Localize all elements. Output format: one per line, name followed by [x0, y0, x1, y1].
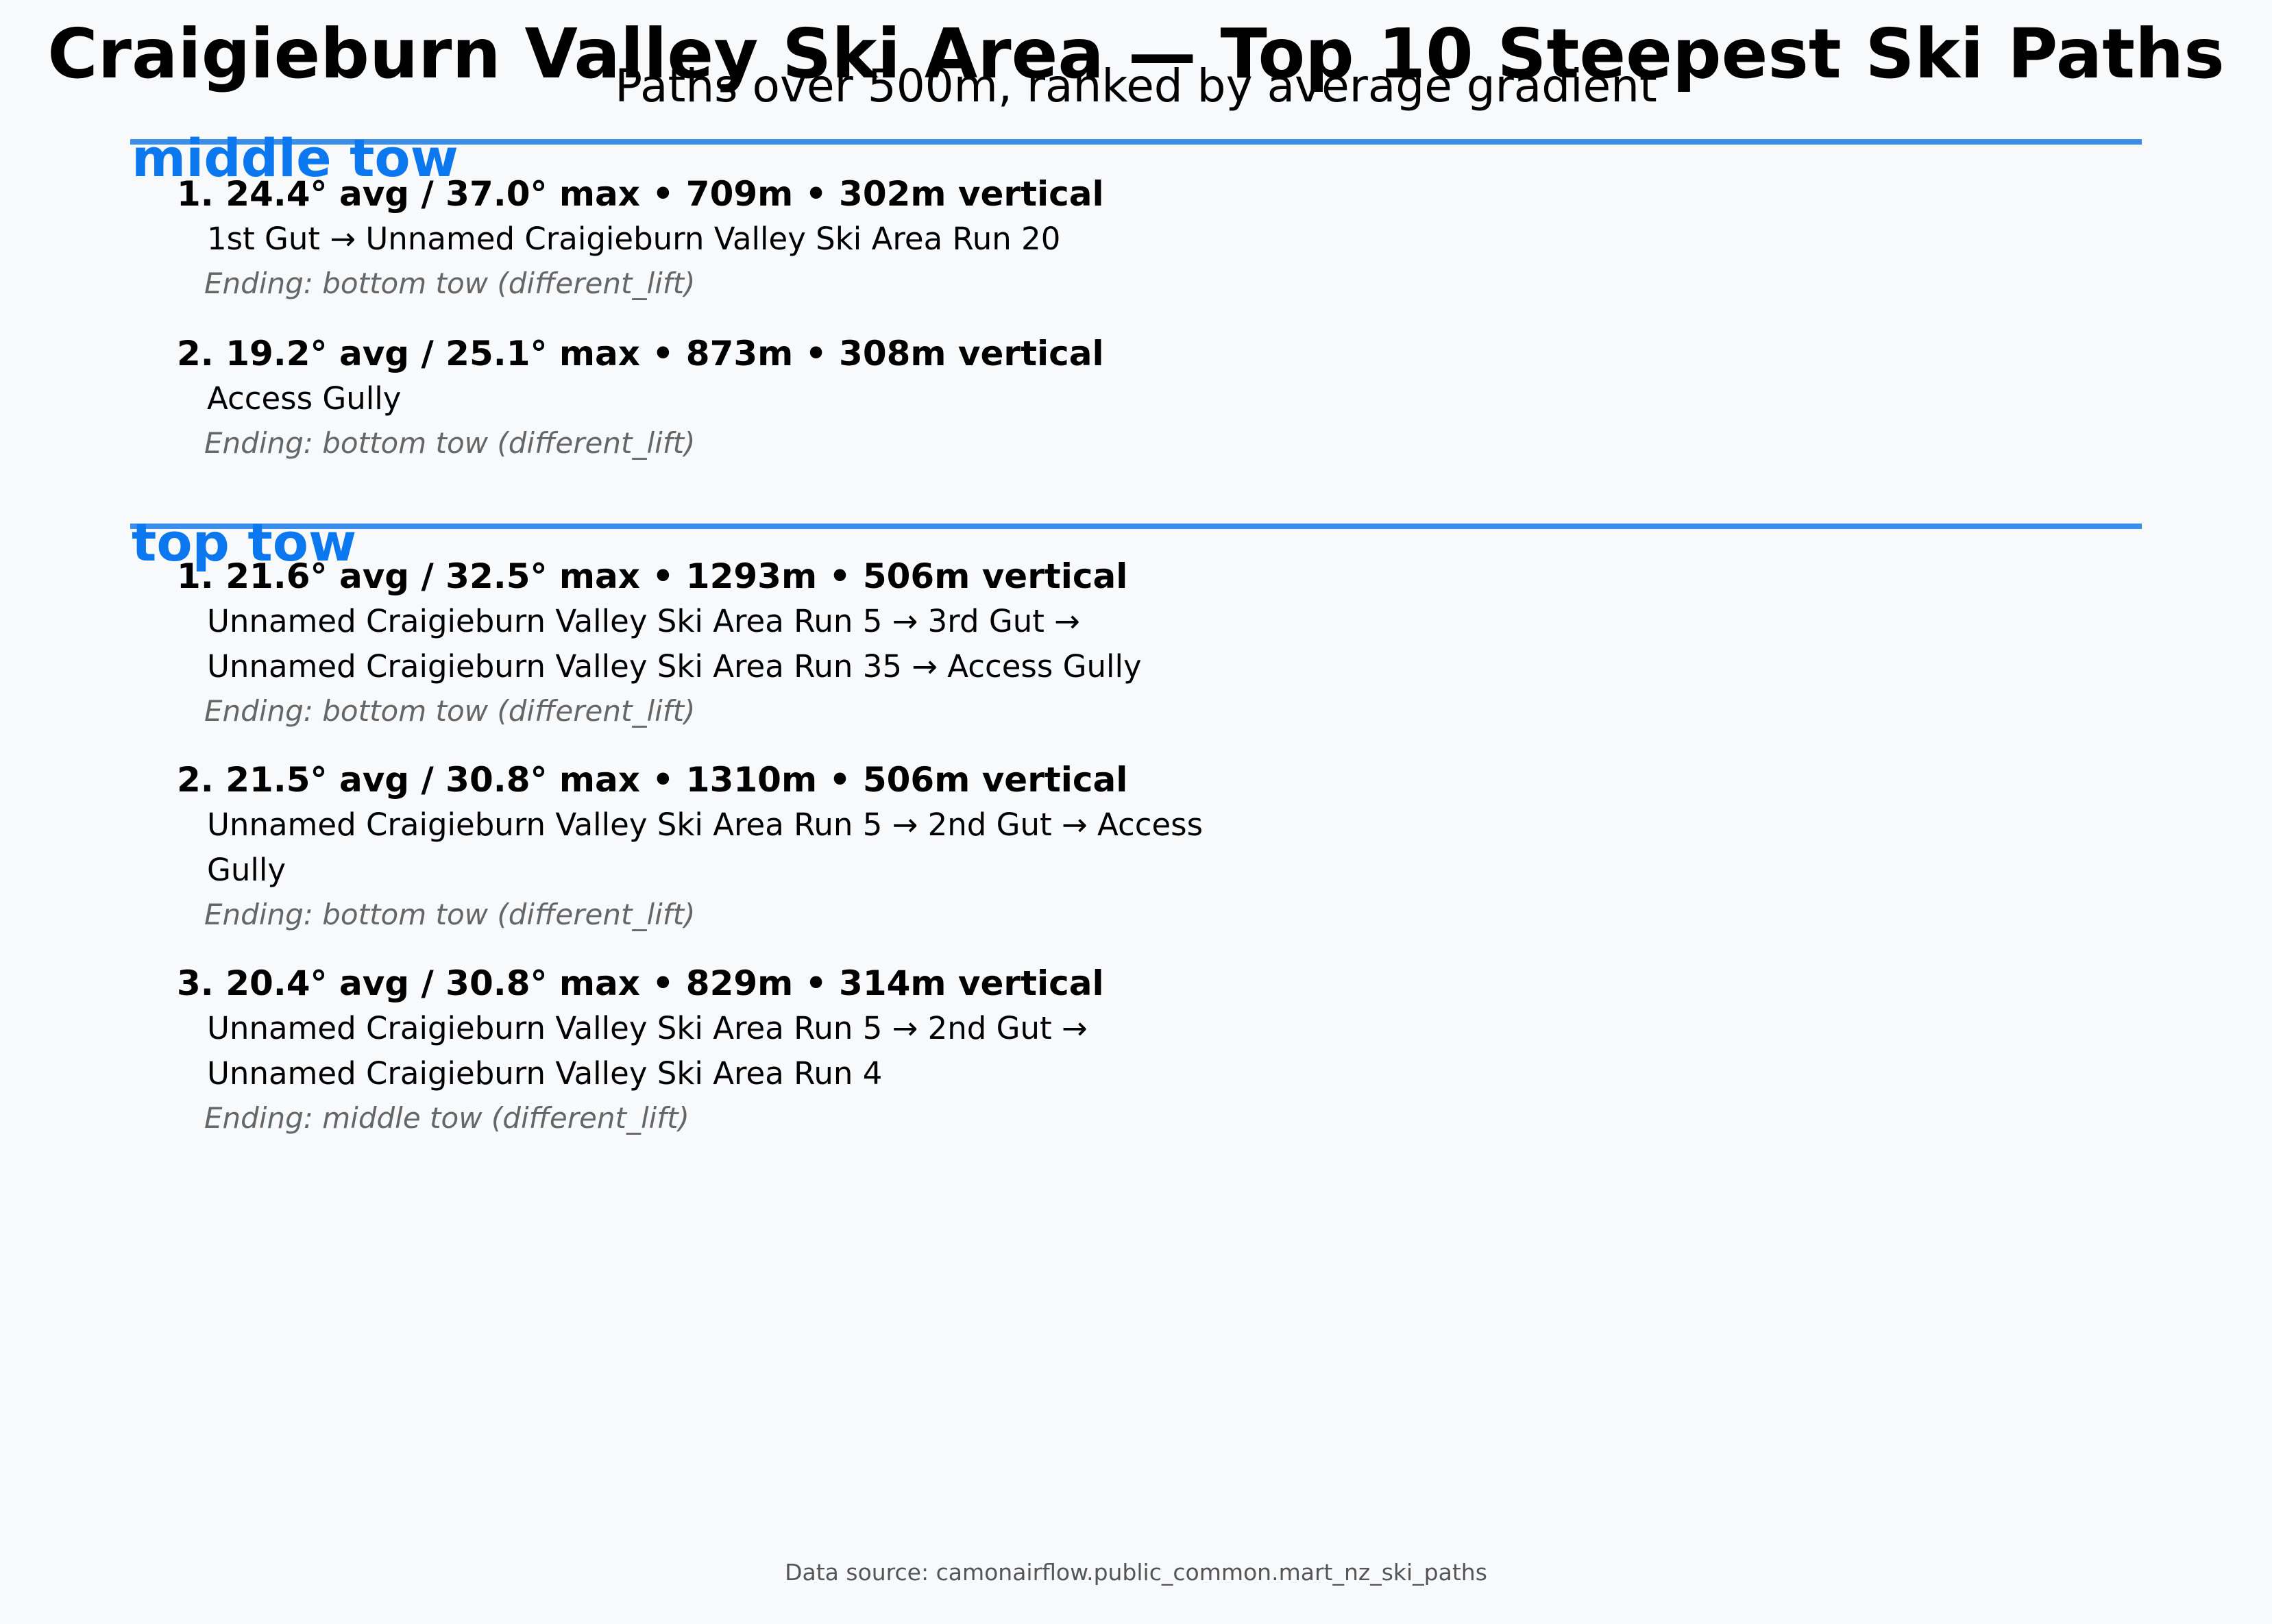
path-route: Unnamed Craigieburn Valley Ski Area Run …: [207, 599, 1142, 689]
section-divider: [130, 524, 2142, 529]
path-headline: 2. 21.5° avg / 30.8° max • 1310m • 506m …: [177, 760, 1128, 800]
path-route-line: Unnamed Craigieburn Valley Ski Area Run …: [207, 603, 1080, 639]
path-entry: 2. 19.2° avg / 25.1° max • 873m • 308m v…: [177, 331, 1104, 465]
path-headline: 1. 24.4° avg / 37.0° max • 709m • 302m v…: [177, 174, 1104, 214]
data-source-footer: Data source: camonairflow.public_common.…: [785, 1559, 1487, 1586]
path-entry: 1. 24.4° avg / 37.0° max • 709m • 302m v…: [177, 171, 1104, 306]
path-entry: 2. 21.5° avg / 30.8° max • 1310m • 506m …: [177, 757, 1203, 937]
path-headline: 1. 21.6° avg / 32.5° max • 1293m • 506m …: [177, 556, 1128, 596]
path-route: Unnamed Craigieburn Valley Ski Area Run …: [207, 802, 1203, 893]
path-route: 1st Gut → Unnamed Craigieburn Valley Ski…: [207, 217, 1104, 262]
path-ending: Ending: middle tow (different_lift): [204, 1101, 689, 1135]
path-ending: Ending: bottom tow (different_lift): [204, 694, 696, 728]
path-route: Unnamed Craigieburn Valley Ski Area Run …: [207, 1006, 1104, 1096]
path-entry: 1. 21.6° avg / 32.5° max • 1293m • 506m …: [177, 554, 1142, 733]
path-route-line: Unnamed Craigieburn Valley Ski Area Run …: [207, 1055, 883, 1092]
path-route-line: Unnamed Craigieburn Valley Ski Area Run …: [207, 1010, 1088, 1046]
path-headline: 3. 20.4° avg / 30.8° max • 829m • 314m v…: [177, 963, 1104, 1003]
path-route-line: Unnamed Craigieburn Valley Ski Area Run …: [207, 807, 1204, 843]
path-route-line: Access Gully: [207, 380, 402, 417]
path-route-line: Unnamed Craigieburn Valley Ski Area Run …: [207, 648, 1142, 685]
page-subtitle: Paths over 500m, ranked by average gradi…: [615, 60, 1657, 112]
path-headline: 2. 19.2° avg / 25.1° max • 873m • 308m v…: [177, 334, 1104, 373]
path-entry: 3. 20.4° avg / 30.8° max • 829m • 314m v…: [177, 961, 1104, 1140]
path-ending: Ending: bottom tow (different_lift): [204, 898, 696, 931]
path-route: Access Gully: [207, 376, 1104, 421]
path-route-line: Gully: [207, 852, 286, 888]
path-ending: Ending: bottom tow (different_lift): [204, 267, 696, 300]
path-ending: Ending: bottom tow (different_lift): [204, 426, 696, 460]
path-route-line: 1st Gut → Unnamed Craigieburn Valley Ski…: [207, 221, 1061, 257]
